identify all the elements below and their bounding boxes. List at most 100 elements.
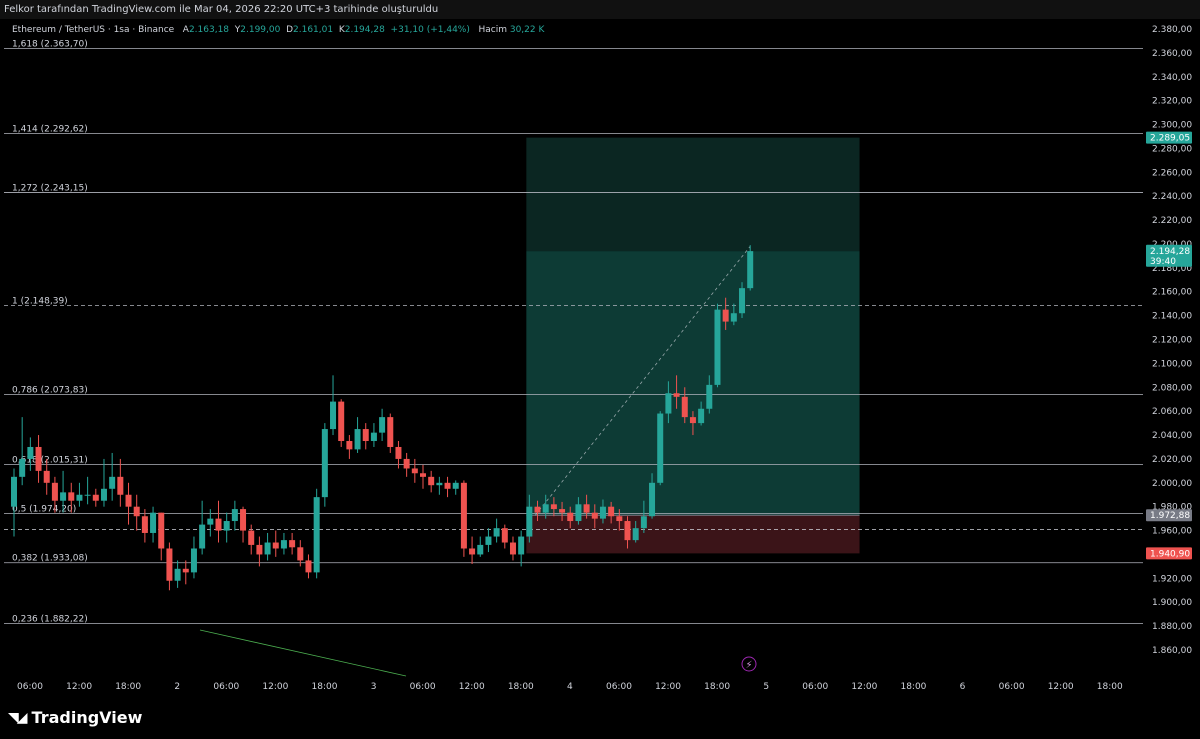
candle-body[interactable] [43,470,50,483]
candle-body[interactable] [632,528,639,541]
candle-body[interactable] [346,441,353,450]
fib-level-label: 1 (2.148,39) [12,297,68,307]
candle-body[interactable] [477,544,484,555]
candle-body[interactable] [509,542,516,555]
candle-body[interactable] [501,528,508,543]
candle-body[interactable] [60,492,67,501]
candle-body[interactable] [338,401,345,442]
candle-body[interactable] [100,488,107,501]
candle-body[interactable] [92,494,99,501]
candle-body[interactable] [591,512,598,519]
candle-body[interactable] [739,288,746,314]
candle-body[interactable] [624,521,631,541]
candle-body[interactable] [27,446,34,459]
candle-body[interactable] [190,548,197,573]
candle-body[interactable] [526,506,533,537]
candle-body[interactable] [403,458,410,469]
candle-body[interactable] [599,506,606,519]
candle-body[interactable] [444,482,451,489]
candle-body[interactable] [280,540,287,549]
candle-body[interactable] [84,494,91,496]
candle-body[interactable] [272,542,279,549]
candlestick-chart[interactable]: 1,618 (2.363,70) 1,414 (2.292,62) 1,272 (2… [0,19,1200,698]
candle-body[interactable] [264,542,271,555]
target-zone[interactable] [526,251,860,516]
candle-body[interactable] [575,504,582,522]
tradingview-logo[interactable]: ◥◢ TradingView [8,708,142,727]
candle-body[interactable] [133,506,140,517]
trend-line[interactable] [199,629,407,677]
candle-body[interactable] [141,516,148,533]
candle-body[interactable] [608,506,615,517]
candle-body[interactable] [223,521,230,531]
candle-body[interactable] [199,524,206,549]
candle-body[interactable] [109,476,116,489]
candle-body[interactable] [428,476,435,486]
candle-body[interactable] [395,446,402,459]
candle-body[interactable] [730,313,737,322]
candle-body[interactable] [362,429,369,442]
candle-body[interactable] [469,548,476,555]
candle-body[interactable] [248,530,255,545]
candle-body[interactable] [542,504,549,513]
y-axis-tick-label: 2.360,00 [1152,49,1192,59]
candle-body[interactable] [297,547,304,561]
candle-body[interactable] [174,568,181,581]
candle-body[interactable] [240,509,247,531]
candle-body[interactable] [256,544,263,555]
candle-body[interactable] [330,401,337,430]
x-axis-tick-label: 12:00 [459,682,485,692]
candle-body[interactable] [411,468,418,474]
candle-body[interactable] [665,393,672,414]
candle-body[interactable] [673,393,680,397]
candle-body[interactable] [231,509,238,522]
candle-body[interactable] [68,492,75,501]
candle-body[interactable] [289,540,296,548]
candle-body[interactable] [76,494,83,501]
candle-body[interactable] [182,568,189,573]
candle-body[interactable] [452,482,459,489]
candle-body[interactable] [313,497,320,573]
candle-body[interactable] [493,528,500,537]
candle-body[interactable] [150,512,157,533]
candle-body[interactable] [640,516,647,529]
candle-body[interactable] [207,518,214,525]
candle-body[interactable] [657,413,664,483]
target-zone-upper[interactable] [526,137,860,252]
candle-body[interactable] [534,506,541,513]
candle-body[interactable] [35,446,42,471]
candle-body[interactable] [485,536,492,545]
candle-body[interactable] [681,396,688,418]
candle-body[interactable] [11,476,17,507]
candle-body[interactable] [379,417,386,433]
candle-body[interactable] [370,432,377,442]
candle-body[interactable] [567,512,574,522]
candle-body[interactable] [420,473,426,477]
candle-body[interactable] [19,458,26,477]
candle-body[interactable] [387,417,394,447]
candle-body[interactable] [518,536,525,555]
candle-body[interactable] [117,476,124,495]
candle-body[interactable] [158,512,165,549]
candle-body[interactable] [616,516,623,522]
candle-body[interactable] [460,482,467,549]
candle-body[interactable] [722,309,729,322]
candle-body[interactable] [689,417,696,424]
candle-body[interactable] [747,251,754,289]
candle-body[interactable] [583,504,590,513]
candle-body[interactable] [698,408,705,424]
candle-body[interactable] [305,560,312,573]
candle-body[interactable] [706,384,713,409]
candle-body[interactable] [714,309,721,385]
x-axis-tick-label: 18:00 [1097,682,1123,692]
candle-body[interactable] [436,482,443,486]
candle-body[interactable] [51,482,58,501]
candle-body[interactable] [125,494,132,507]
candle-body[interactable] [166,548,173,581]
candle-body[interactable] [354,429,361,450]
candle-body[interactable] [215,518,222,531]
candle-body[interactable] [321,429,328,498]
candle-body[interactable] [550,504,557,510]
candle-body[interactable] [559,509,566,513]
candle-body[interactable] [649,482,656,517]
